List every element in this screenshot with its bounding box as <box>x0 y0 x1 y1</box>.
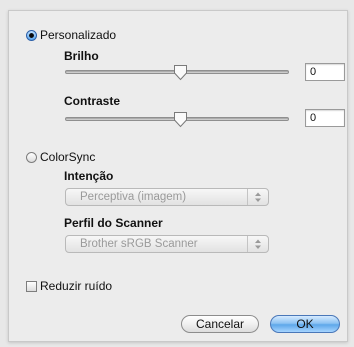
perfil-scanner-label: Perfil do Scanner <box>64 216 163 230</box>
contraste-slider-thumb-icon[interactable] <box>173 111 188 128</box>
cancel-button[interactable]: Cancelar <box>181 315 259 333</box>
brilho-label: Brilho <box>64 49 99 63</box>
intencao-label: Intenção <box>64 169 114 183</box>
brilho-value-field[interactable]: 0 <box>305 63 345 81</box>
contraste-value-field[interactable]: 0 <box>305 109 345 127</box>
colorsync-radio[interactable] <box>26 152 37 163</box>
contraste-label: Contraste <box>64 94 121 108</box>
perfil-scanner-popup[interactable]: Brother sRGB Scanner <box>65 235 269 253</box>
intencao-value: Perceptiva (imagem) <box>80 191 187 203</box>
reduzir-ruido-label: Reduzir ruído <box>40 279 113 293</box>
ok-button[interactable]: OK <box>270 315 340 333</box>
up-down-arrows-icon <box>247 189 268 205</box>
personalizado-radio[interactable] <box>26 30 37 41</box>
colorsync-label: ColorSync <box>40 150 96 164</box>
reduzir-ruido-checkbox[interactable] <box>26 281 37 292</box>
brilho-slider-thumb-icon[interactable] <box>173 64 188 81</box>
up-down-arrows-icon <box>247 236 268 252</box>
perfil-scanner-value: Brother sRGB Scanner <box>80 238 198 250</box>
personalizado-label: Personalizado <box>40 28 117 42</box>
intencao-popup[interactable]: Perceptiva (imagem) <box>65 188 269 206</box>
scanner-settings-panel: Personalizado Brilho 0 Contraste 0 Color… <box>8 10 348 342</box>
